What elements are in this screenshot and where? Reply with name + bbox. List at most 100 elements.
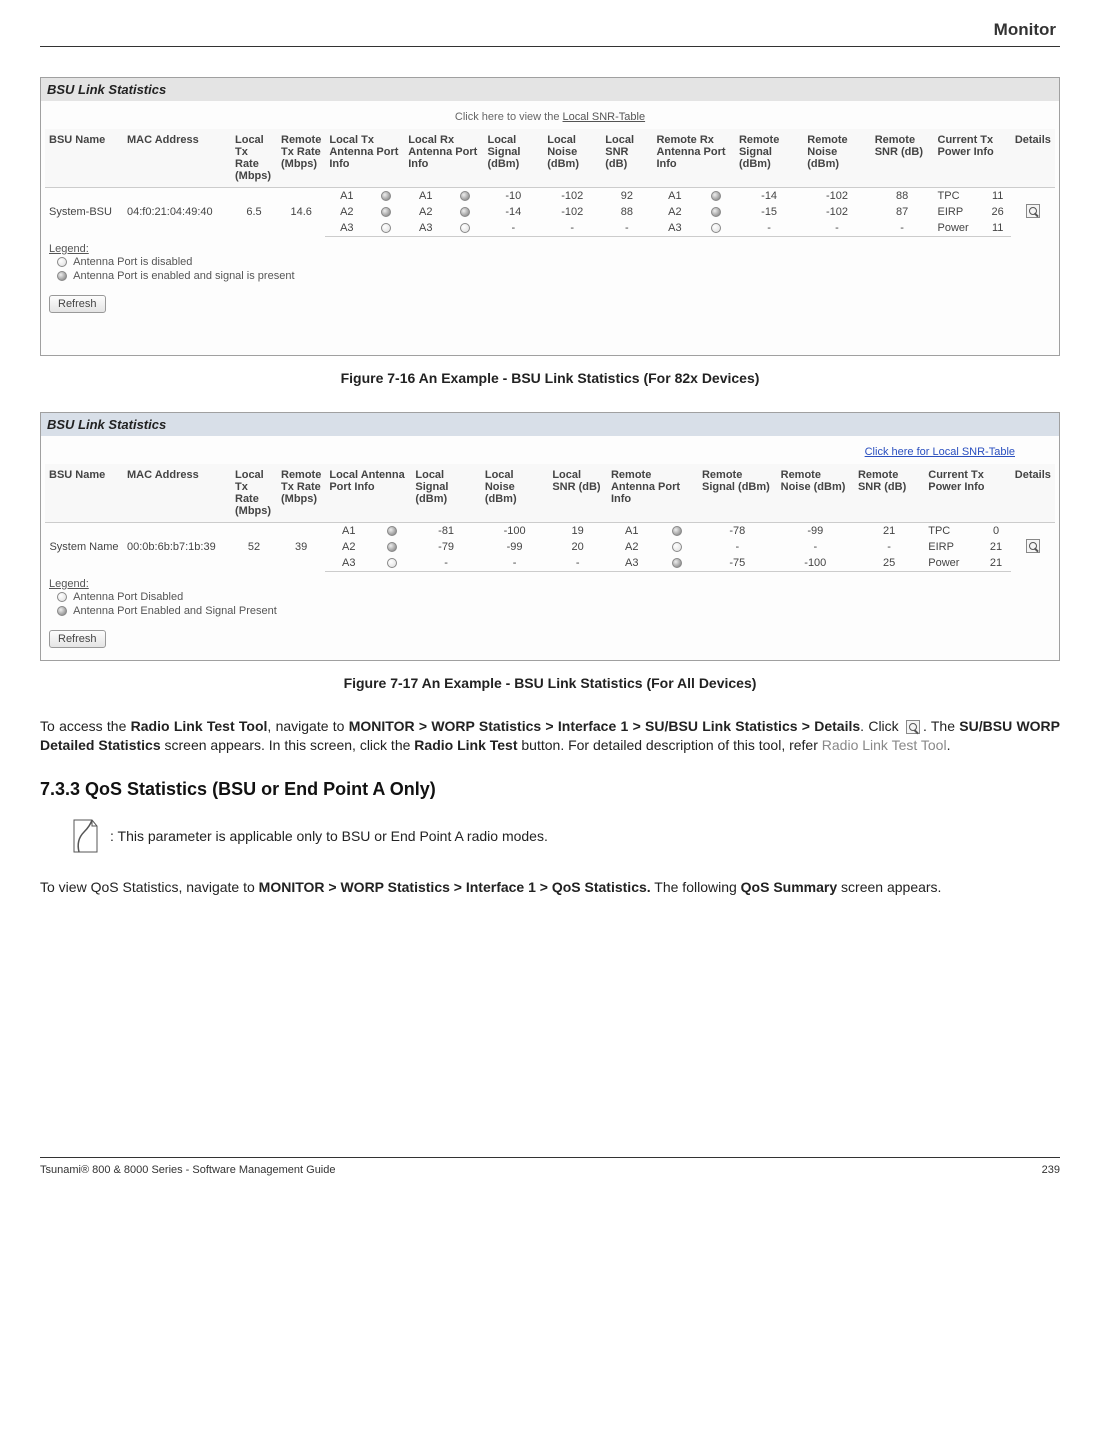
cell: 92 [601, 188, 652, 205]
cell: -102 [543, 204, 601, 220]
panel-title: BSU Link Statistics [41, 78, 1059, 101]
page-footer: Tsunami® 800 & 8000 Series - Software Ma… [40, 1157, 1060, 1176]
cell: A3 [652, 220, 697, 237]
cell: 20 [548, 539, 607, 555]
cell [697, 188, 735, 205]
paragraph: To view QoS Statistics, navigate to MONI… [40, 878, 1060, 897]
antenna-enabled-icon [460, 207, 470, 217]
cell: -102 [803, 204, 870, 220]
th: Remote Antenna Port Info [607, 464, 698, 523]
bsu-stats-table-82x: BSU Name MAC Address Local Tx Rate (Mbps… [45, 129, 1055, 237]
cell: A2 [404, 204, 447, 220]
antenna-enabled-icon [672, 526, 682, 536]
local-snr-table-link[interactable]: Click here for Local SNR-Table [865, 446, 1015, 458]
snr-link-row: Click here to view the Local SNR-Table [45, 105, 1055, 129]
refresh-button[interactable]: Refresh [49, 630, 106, 648]
cell: -15 [735, 204, 803, 220]
th: Remote SNR (dB) [871, 129, 934, 188]
antenna-enabled-icon [381, 191, 391, 201]
cell: -14 [735, 188, 803, 205]
cell: - [735, 220, 803, 237]
th: MAC Address [123, 129, 231, 188]
details-icon [906, 720, 920, 734]
th: Local Tx Antenna Port Info [325, 129, 404, 188]
figure-caption: Figure 7-16 An Example - BSU Link Statis… [40, 370, 1060, 386]
cell [447, 188, 483, 205]
th: Current Tx Power Info [924, 464, 1011, 523]
cell [368, 220, 404, 237]
cell [1011, 188, 1055, 237]
cell [697, 220, 735, 237]
cell [656, 523, 698, 540]
cell: A3 [404, 220, 447, 237]
th: Local Noise (dBm) [543, 129, 601, 188]
bsu-stats-panel-82x: BSU Link Statistics Click here to view t… [40, 77, 1060, 356]
footer-page-number: 239 [1042, 1164, 1060, 1176]
refresh-button[interactable]: Refresh [49, 295, 106, 313]
cell: A1 [325, 188, 368, 205]
text: The following [651, 879, 741, 895]
antenna-enabled-icon [387, 542, 397, 552]
cell: -75 [698, 555, 777, 572]
antenna-enabled-icon [672, 558, 682, 568]
text: . [947, 737, 951, 753]
cell: EIRP [924, 539, 981, 555]
cell: 19 [548, 523, 607, 540]
th: Remote Rx Antenna Port Info [652, 129, 735, 188]
legend-title: Legend: [49, 578, 1051, 590]
cell: -78 [698, 523, 777, 540]
local-snr-table-link[interactable]: Local SNR-Table [563, 111, 646, 123]
th: Details [1011, 464, 1055, 523]
legend: Legend: Antenna Port Disabled Antenna Po… [45, 572, 1055, 624]
cell: 11 [984, 188, 1010, 205]
th: Local SNR (dB) [548, 464, 607, 523]
cell: -99 [481, 539, 548, 555]
cell [368, 204, 404, 220]
reference-link[interactable]: Radio Link Test Tool [822, 737, 947, 753]
snr-link-row: Click here for Local SNR-Table [45, 440, 1055, 464]
cell: TPC [924, 523, 981, 540]
text: button. For detailed description of this… [518, 737, 822, 753]
cell: 21 [981, 539, 1010, 555]
cell: - [601, 220, 652, 237]
cell: - [411, 555, 480, 572]
cell: A1 [607, 523, 657, 540]
legend-row: Antenna Port Disabled [49, 590, 1051, 604]
bsu-stats-panel-all: BSU Link Statistics Click here for Local… [40, 412, 1060, 661]
legend-row: Antenna Port is disabled [49, 255, 1051, 269]
cell: -100 [481, 523, 548, 540]
cell [1011, 523, 1055, 572]
cell: 0 [981, 523, 1010, 540]
antenna-enabled-icon [57, 606, 67, 616]
cell: A2 [325, 204, 368, 220]
text: Radio Link Test [414, 737, 517, 753]
cell: 52 [231, 523, 277, 572]
figure-caption: Figure 7-17 An Example - BSU Link Statis… [40, 675, 1060, 691]
details-icon[interactable] [1026, 539, 1040, 553]
th: Local Signal (dBm) [411, 464, 480, 523]
cell: Power [934, 220, 985, 237]
th: BSU Name [45, 129, 123, 188]
cell: 14.6 [277, 188, 325, 237]
header-rule [40, 46, 1060, 47]
cell: 6.5 [231, 188, 277, 237]
details-icon[interactable] [1026, 204, 1040, 218]
th: Remote Signal (dBm) [735, 129, 803, 188]
antenna-enabled-icon [711, 191, 721, 201]
text: . Click [860, 718, 903, 734]
paragraph: To access the Radio Link Test Tool, navi… [40, 717, 1060, 755]
text: screen appears. [837, 879, 941, 895]
cell [447, 220, 483, 237]
footer-left: Tsunami® 800 & 8000 Series - Software Ma… [40, 1164, 336, 1176]
text: screen appears. In this screen, click th… [161, 737, 415, 753]
cell: A3 [325, 220, 368, 237]
cell [372, 555, 411, 572]
cell [447, 204, 483, 220]
panel-title: BSU Link Statistics [41, 413, 1059, 436]
th: Local Tx Rate (Mbps) [231, 464, 277, 523]
antenna-enabled-icon [460, 191, 470, 201]
table-header-row: BSU Name MAC Address Local Tx Rate (Mbps… [45, 129, 1055, 188]
cell: - [871, 220, 934, 237]
cell: A1 [404, 188, 447, 205]
th: Current Tx Power Info [934, 129, 1011, 188]
